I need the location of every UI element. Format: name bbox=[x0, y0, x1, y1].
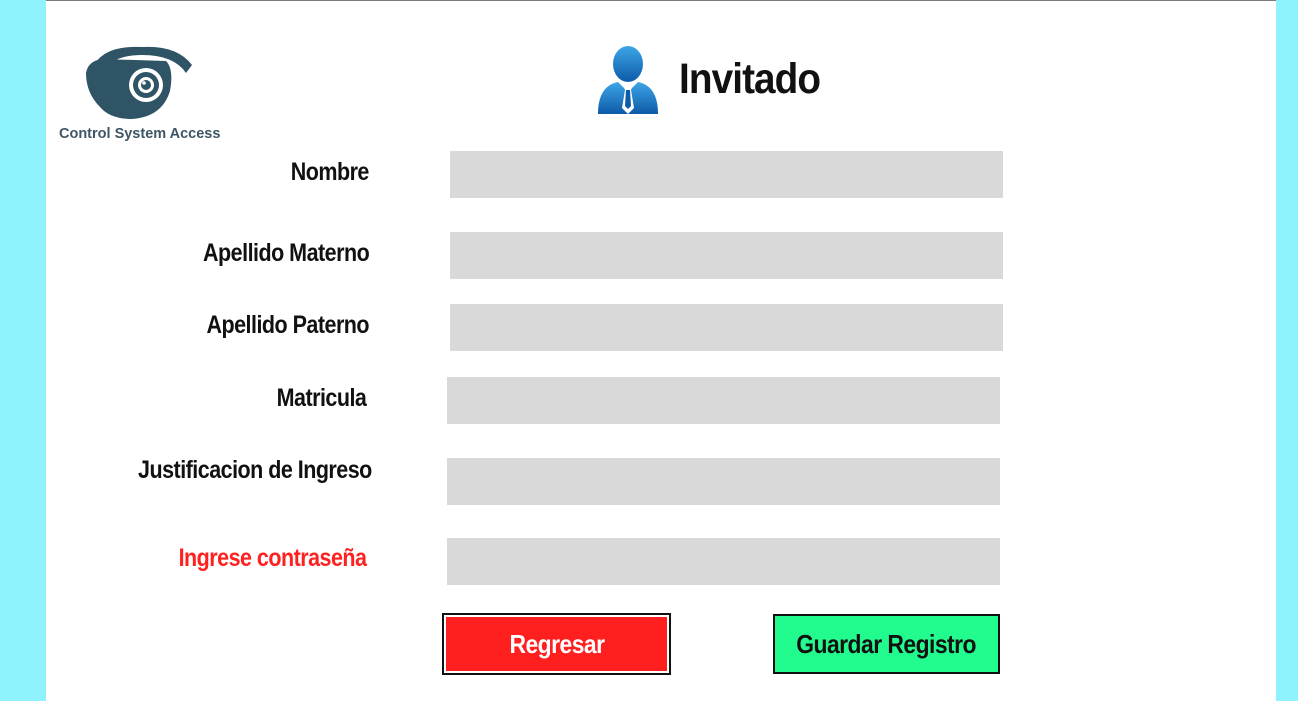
logo-text: Control System Access bbox=[59, 126, 221, 142]
apellido-materno-label: Apellido Materno bbox=[202, 239, 370, 267]
justificacion-input[interactable] bbox=[447, 458, 1000, 505]
apellido-materno-input[interactable] bbox=[450, 232, 1003, 279]
save-button[interactable]: Guardar Registro bbox=[773, 614, 1000, 674]
back-button-label: Regresar bbox=[509, 628, 605, 659]
password-label: Ingrese contraseña bbox=[178, 544, 366, 572]
apellido-paterno-input[interactable] bbox=[450, 304, 1003, 351]
user-icon bbox=[596, 44, 660, 114]
save-button-label: Guardar Registro bbox=[796, 628, 977, 659]
nombre-label: Nombre bbox=[290, 158, 370, 186]
page-title: Invitado bbox=[679, 55, 821, 103]
security-camera-icon bbox=[82, 39, 198, 123]
apellido-paterno-label: Apellido Paterno bbox=[206, 311, 369, 339]
back-button[interactable]: Regresar bbox=[442, 613, 671, 675]
matricula-label: Matricula bbox=[276, 384, 366, 412]
nombre-input[interactable] bbox=[450, 151, 1003, 198]
main-panel: Control System Access Invitado Nombre Ap… bbox=[46, 0, 1276, 701]
matricula-input[interactable] bbox=[447, 377, 1000, 424]
password-input[interactable] bbox=[447, 538, 1000, 585]
justificacion-label: Justificacion de Ingreso bbox=[138, 456, 372, 484]
